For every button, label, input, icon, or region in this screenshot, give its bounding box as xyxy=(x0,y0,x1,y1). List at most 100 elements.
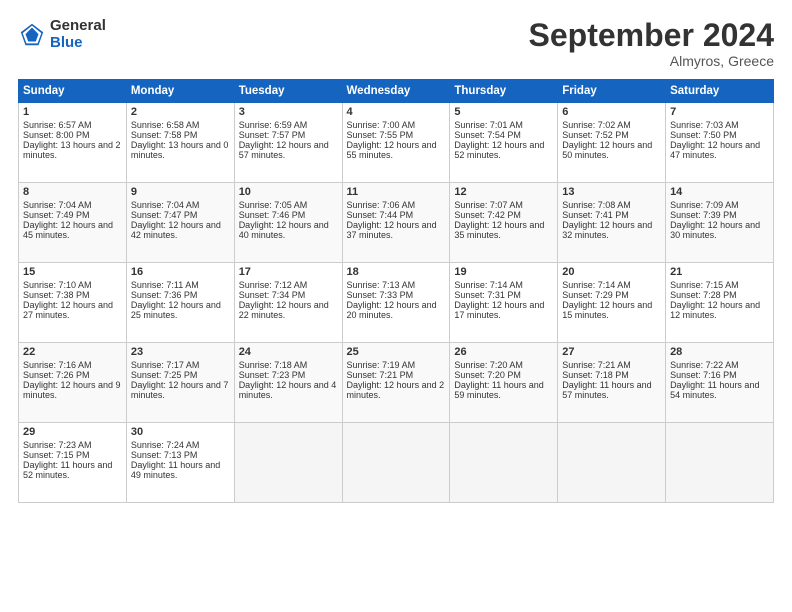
daylight: Daylight: 11 hours and 57 minutes. xyxy=(562,380,661,400)
th-friday: Friday xyxy=(558,80,666,103)
sunset: Sunset: 7:57 PM xyxy=(239,130,338,140)
sunrise: Sunrise: 7:05 AM xyxy=(239,200,338,210)
sunset: Sunset: 7:20 PM xyxy=(454,370,553,380)
th-tuesday: Tuesday xyxy=(234,80,342,103)
daylight: Daylight: 12 hours and 25 minutes. xyxy=(131,300,230,320)
table-row: 20Sunrise: 7:14 AMSunset: 7:29 PMDayligh… xyxy=(558,263,666,343)
day-number: 15 xyxy=(23,266,122,278)
day-number: 20 xyxy=(562,266,661,278)
daylight: Daylight: 12 hours and 20 minutes. xyxy=(347,300,446,320)
sunrise: Sunrise: 7:16 AM xyxy=(23,360,122,370)
sunrise: Sunrise: 7:04 AM xyxy=(23,200,122,210)
sunrise: Sunrise: 7:21 AM xyxy=(562,360,661,370)
table-row xyxy=(450,423,558,503)
day-number: 18 xyxy=(347,266,446,278)
daylight: Daylight: 12 hours and 47 minutes. xyxy=(670,140,769,160)
sunrise: Sunrise: 7:02 AM xyxy=(562,120,661,130)
day-number: 12 xyxy=(454,186,553,198)
day-number: 7 xyxy=(670,106,769,118)
daylight: Daylight: 11 hours and 49 minutes. xyxy=(131,460,230,480)
sunset: Sunset: 7:23 PM xyxy=(239,370,338,380)
sunset: Sunset: 7:31 PM xyxy=(454,290,553,300)
table-row: 18Sunrise: 7:13 AMSunset: 7:33 PMDayligh… xyxy=(342,263,450,343)
sunset: Sunset: 7:18 PM xyxy=(562,370,661,380)
sunrise: Sunrise: 7:23 AM xyxy=(23,440,122,450)
sunset: Sunset: 8:00 PM xyxy=(23,130,122,140)
sunset: Sunset: 7:52 PM xyxy=(562,130,661,140)
th-saturday: Saturday xyxy=(666,80,774,103)
sunset: Sunset: 7:46 PM xyxy=(239,210,338,220)
day-number: 25 xyxy=(347,346,446,358)
calendar-table: Sunday Monday Tuesday Wednesday Thursday… xyxy=(18,79,774,503)
sunrise: Sunrise: 7:08 AM xyxy=(562,200,661,210)
daylight: Daylight: 13 hours and 2 minutes. xyxy=(23,140,122,160)
th-wednesday: Wednesday xyxy=(342,80,450,103)
sunrise: Sunrise: 7:18 AM xyxy=(239,360,338,370)
sunset: Sunset: 7:33 PM xyxy=(347,290,446,300)
day-number: 22 xyxy=(23,346,122,358)
day-number: 21 xyxy=(670,266,769,278)
table-row: 5Sunrise: 7:01 AMSunset: 7:54 PMDaylight… xyxy=(450,103,558,183)
sunrise: Sunrise: 7:22 AM xyxy=(670,360,769,370)
table-row: 2Sunrise: 6:58 AMSunset: 7:58 PMDaylight… xyxy=(126,103,234,183)
logo-text: General Blue xyxy=(50,18,106,51)
sunrise: Sunrise: 7:09 AM xyxy=(670,200,769,210)
logo-blue: Blue xyxy=(50,35,106,52)
calendar-week-1: 1Sunrise: 6:57 AMSunset: 8:00 PMDaylight… xyxy=(19,103,774,183)
table-row: 19Sunrise: 7:14 AMSunset: 7:31 PMDayligh… xyxy=(450,263,558,343)
daylight: Daylight: 12 hours and 30 minutes. xyxy=(670,220,769,240)
location: Almyros, Greece xyxy=(529,53,774,69)
daylight: Daylight: 12 hours and 57 minutes. xyxy=(239,140,338,160)
sunrise: Sunrise: 7:15 AM xyxy=(670,280,769,290)
sunset: Sunset: 7:55 PM xyxy=(347,130,446,140)
daylight: Daylight: 12 hours and 55 minutes. xyxy=(347,140,446,160)
table-row: 1Sunrise: 6:57 AMSunset: 8:00 PMDaylight… xyxy=(19,103,127,183)
table-row: 11Sunrise: 7:06 AMSunset: 7:44 PMDayligh… xyxy=(342,183,450,263)
table-row: 17Sunrise: 7:12 AMSunset: 7:34 PMDayligh… xyxy=(234,263,342,343)
table-row: 23Sunrise: 7:17 AMSunset: 7:25 PMDayligh… xyxy=(126,343,234,423)
day-number: 24 xyxy=(239,346,338,358)
calendar-week-3: 15Sunrise: 7:10 AMSunset: 7:38 PMDayligh… xyxy=(19,263,774,343)
sunrise: Sunrise: 7:03 AM xyxy=(670,120,769,130)
daylight: Daylight: 12 hours and 50 minutes. xyxy=(562,140,661,160)
daylight: Daylight: 12 hours and 7 minutes. xyxy=(131,380,230,400)
calendar-week-4: 22 Sunrise: 7:16 AMSunset: 7:26 PM Dayligh… xyxy=(19,343,774,423)
sunset: Sunset: 7:26 PM xyxy=(23,370,122,380)
sunrise: Sunrise: 7:01 AM xyxy=(454,120,553,130)
sunrise: Sunrise: 7:10 AM xyxy=(23,280,122,290)
daylight: Daylight: 12 hours and 37 minutes. xyxy=(347,220,446,240)
table-row: 29Sunrise: 7:23 AMSunset: 7:15 PMDayligh… xyxy=(19,423,127,503)
daylight: Daylight: 12 hours and 22 minutes. xyxy=(239,300,338,320)
table-row: 14Sunrise: 7:09 AMSunset: 7:39 PMDayligh… xyxy=(666,183,774,263)
sunset: Sunset: 7:34 PM xyxy=(239,290,338,300)
sunset: Sunset: 7:54 PM xyxy=(454,130,553,140)
day-number: 5 xyxy=(454,106,553,118)
daylight: Daylight: 12 hours and 12 minutes. xyxy=(670,300,769,320)
table-row: 6Sunrise: 7:02 AMSunset: 7:52 PMDaylight… xyxy=(558,103,666,183)
day-number: 27 xyxy=(562,346,661,358)
sunset: Sunset: 7:58 PM xyxy=(131,130,230,140)
table-row: 24 Sunrise: 7:18 AMSunset: 7:23 PMDayligh… xyxy=(234,343,342,423)
table-row xyxy=(234,423,342,503)
table-row: 15Sunrise: 7:10 AMSunset: 7:38 PMDayligh… xyxy=(19,263,127,343)
header: General Blue September 2024 Almyros, Gre… xyxy=(18,18,774,69)
sunrise: Sunrise: 7:04 AM xyxy=(131,200,230,210)
sunset: Sunset: 7:36 PM xyxy=(131,290,230,300)
day-number: 10 xyxy=(239,186,338,198)
month-title: September 2024 xyxy=(529,18,774,53)
sunset: Sunset: 7:41 PM xyxy=(562,210,661,220)
daylight: Daylight: 12 hours and 4 minutes. xyxy=(239,380,338,400)
daylight: Daylight: 12 hours and 40 minutes. xyxy=(239,220,338,240)
table-row: 13 Sunrise: 7:08 AMSunset: 7:41 PMDayligh… xyxy=(558,183,666,263)
table-row: 30Sunrise: 7:24 AMSunset: 7:13 PMDayligh… xyxy=(126,423,234,503)
table-row xyxy=(342,423,450,503)
sunset: Sunset: 7:29 PM xyxy=(562,290,661,300)
daylight: Daylight: 13 hours and 0 minutes. xyxy=(131,140,230,160)
table-row: 27 Sunrise: 7:21 AMSunset: 7:18 PMDayligh… xyxy=(558,343,666,423)
day-number: 17 xyxy=(239,266,338,278)
day-number: 29 xyxy=(23,426,122,438)
daylight: Daylight: 11 hours and 52 minutes. xyxy=(23,460,122,480)
sunrise: Sunrise: 7:24 AM xyxy=(131,440,230,450)
day-number: 13 xyxy=(562,186,661,198)
daylight: Daylight: 12 hours and 32 minutes. xyxy=(562,220,661,240)
